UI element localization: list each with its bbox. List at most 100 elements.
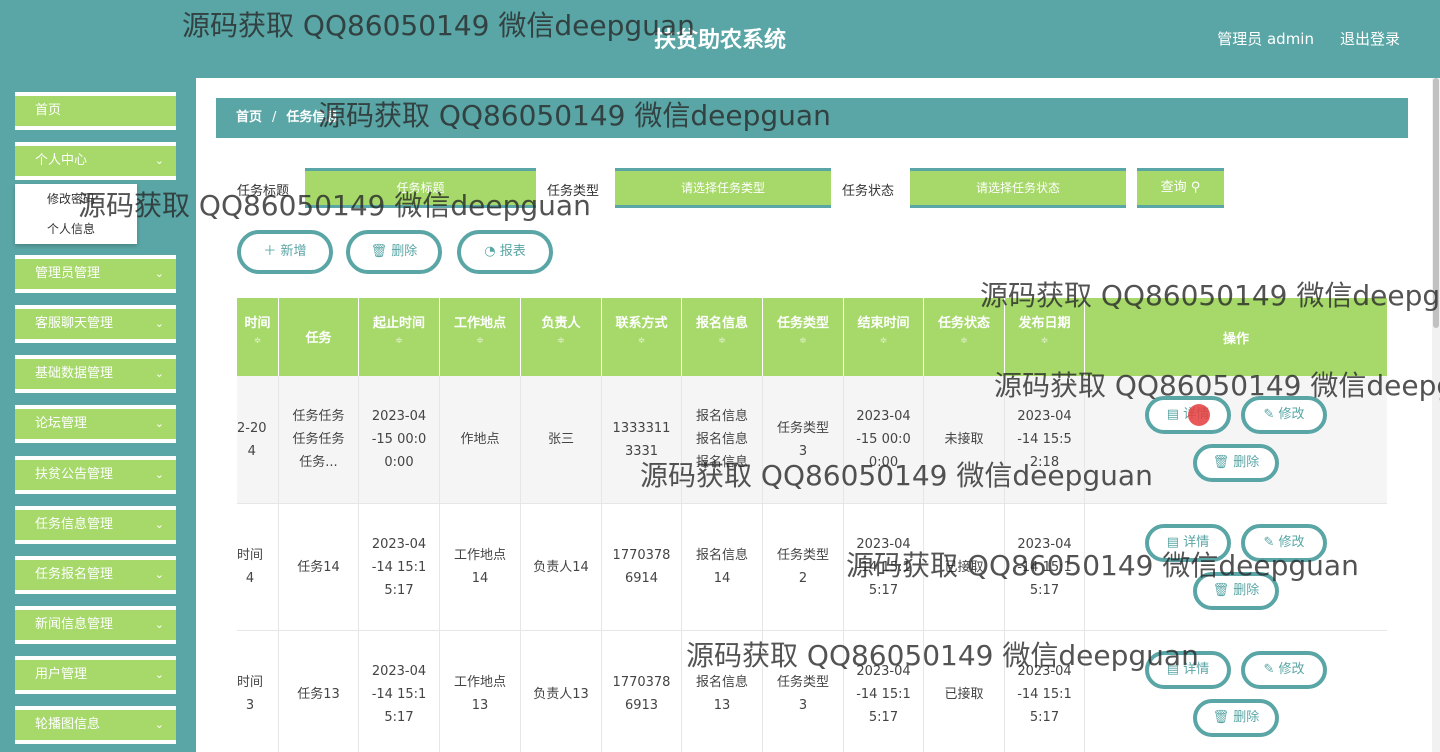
sidebar-item-label: 轮播图信息 — [35, 717, 101, 732]
delete-button[interactable]: 🗑 删除 — [346, 230, 442, 274]
cell-type: 任务类型 2 — [763, 504, 844, 630]
detail-button[interactable]: ▤ 详情 — [1145, 524, 1231, 562]
task-table: 时间 ≑ 任务 起止时间 ≑ 工作地点 ≑ 负责人 ≑ 联系方式 ≑ 报名信息 ≑ 任务类型… — [237, 298, 1387, 752]
sidebar-item-personal-center[interactable]: 个人中心 ⌄ — [15, 142, 176, 180]
sidebar-item-home[interactable]: 首页 — [15, 92, 176, 130]
cell-status: 未接取 — [924, 376, 1005, 503]
sidebar-item-chat[interactable]: 客服聊天管理 ⌄ — [15, 305, 176, 343]
cell-start: 2023-04 -14 15:1 5:17 — [359, 504, 440, 630]
column-header-start[interactable]: 起止时间 ≑ — [359, 298, 440, 376]
breadcrumb: 首页 / 任务信息 — [216, 98, 1408, 138]
column-header-label: 任务 — [305, 331, 332, 346]
cell-signup: 报名信息 报名信息 报名信息 — [682, 376, 763, 503]
column-header-label: 联系方式 — [615, 316, 668, 331]
submenu-profile[interactable]: 个人信息 — [15, 214, 137, 244]
main-content: 首页 / 任务信息 任务标题 任务标题 任务类型 请选择任务类型 任务状态 请选择任… — [196, 78, 1440, 752]
cell-time: 时间 4 — [237, 504, 279, 630]
edit-button[interactable]: ✎ 修改 — [1241, 651, 1327, 689]
scrollbar-thumb[interactable] — [1433, 78, 1439, 328]
sort-icon: ≑ — [799, 336, 807, 346]
page-scrollbar[interactable] — [1432, 78, 1440, 752]
report-button[interactable]: ◔ 报表 — [457, 230, 553, 274]
detail-button[interactable]: ▤ 详情 — [1145, 651, 1231, 689]
sort-icon: ≑ — [879, 336, 888, 346]
cell-pubdate: 2023-04 -14 15:1 5:17 — [1005, 504, 1085, 630]
table-row: 时间 4 任务14 2023-04 -14 15:1 5:17 工作地点 14 负责人1… — [237, 504, 1387, 631]
edit-button[interactable]: ✎ 修改 — [1241, 396, 1327, 434]
sidebar-item-admin[interactable]: 管理员管理 ⌄ — [15, 255, 176, 293]
sidebar-item-label: 用户管理 — [35, 667, 88, 682]
column-header-label: 任务状态 — [937, 316, 990, 331]
cell-pubdate: 2023-04 -14 15:5 2:18 — [1005, 376, 1085, 503]
status-filter-select[interactable]: 请选择任务状态 — [910, 168, 1126, 208]
add-button[interactable]: ＋ 新增 — [237, 230, 333, 274]
column-header-label: 工作地点 — [453, 316, 506, 331]
cell-phone: 1333311 3331 — [602, 376, 682, 503]
column-header-owner[interactable]: 负责人 ≑ — [521, 298, 602, 376]
sidebar-item-news[interactable]: 新闻信息管理 ⌄ — [15, 606, 176, 644]
cell-pubdate: 2023-04 -14 15:1 5:17 — [1005, 631, 1085, 752]
row-delete-button[interactable]: 🗑 删除 — [1193, 572, 1279, 610]
column-header-phone[interactable]: 联系方式 ≑ — [602, 298, 682, 376]
chevron-down-icon: ⌄ — [154, 317, 164, 330]
chevron-down-icon: ⌄ — [154, 367, 164, 380]
column-header-place[interactable]: 工作地点 ≑ — [440, 298, 521, 376]
column-header-label: 报名信息 — [695, 316, 748, 331]
submenu-change-password[interactable]: 修改密码 — [15, 184, 137, 214]
cell-task: 任务13 — [279, 631, 359, 752]
mouse-cursor-indicator — [1188, 404, 1210, 426]
sidebar-item-task-info[interactable]: 任务信息管理 ⌄ — [15, 506, 176, 544]
row-delete-button[interactable]: 🗑 删除 — [1193, 699, 1279, 737]
sort-icon: ≑ — [395, 336, 403, 346]
column-header-status[interactable]: 任务状态 ≑ — [924, 298, 1005, 376]
sidebar-item-label: 任务报名管理 — [35, 567, 114, 582]
column-header-type[interactable]: 任务类型 ≑ — [763, 298, 844, 376]
sidebar-item-label: 任务信息管理 — [35, 517, 114, 532]
cell-time: 2-20 4 — [237, 376, 279, 503]
logout-link[interactable]: 退出登录 — [1340, 28, 1400, 49]
title-filter-input[interactable]: 任务标题 — [305, 168, 536, 208]
sidebar-item-label: 个人中心 — [35, 153, 88, 168]
sidebar-item-users[interactable]: 用户管理 ⌄ — [15, 656, 176, 694]
sort-icon: ≑ — [1040, 336, 1049, 346]
sidebar-item-label: 管理员管理 — [35, 266, 101, 281]
sidebar-item-carousel[interactable]: 轮播图信息 ⌄ — [15, 706, 176, 744]
column-header-label: 任务类型 — [776, 316, 829, 331]
sidebar-item-forum[interactable]: 论坛管理 ⌄ — [15, 405, 176, 443]
column-header-task[interactable]: 任务 — [279, 298, 359, 376]
cell-signup: 报名信息 13 — [682, 631, 763, 752]
edit-button[interactable]: ✎ 修改 — [1241, 524, 1327, 562]
sort-icon: ≑ — [718, 336, 726, 346]
column-header-actions: 操作 — [1085, 298, 1387, 376]
title-filter-label: 任务标题 — [237, 184, 290, 199]
cell-place: 作地点 — [440, 376, 521, 503]
row-delete-button[interactable]: 🗑 删除 — [1193, 444, 1279, 482]
column-header-pubdate[interactable]: 发布日期 ≑ — [1005, 298, 1085, 376]
status-filter-label: 任务状态 — [842, 184, 895, 199]
query-button[interactable]: 查询 ⚲ — [1137, 168, 1224, 208]
sidebar-item-task-signup[interactable]: 任务报名管理 ⌄ — [15, 556, 176, 594]
column-header-label: 起止时间 — [372, 316, 425, 331]
type-filter-select[interactable]: 请选择任务类型 — [615, 168, 831, 208]
breadcrumb-home[interactable]: 首页 — [236, 110, 262, 125]
sidebar-item-notice[interactable]: 扶贫公告管理 ⌄ — [15, 456, 176, 494]
chevron-down-icon: ⌄ — [154, 468, 164, 481]
cell-task: 任务任务 任务任务 任务... — [279, 376, 359, 503]
cell-task: 任务14 — [279, 504, 359, 630]
chevron-down-icon: ⌄ — [154, 518, 164, 531]
cell-signup: 报名信息 14 — [682, 504, 763, 630]
cell-place: 工作地点 14 — [440, 504, 521, 630]
cell-owner: 张三 — [521, 376, 602, 503]
cell-time: 时间 3 — [237, 631, 279, 752]
cell-start: 2023-04 -14 15:1 5:17 — [359, 631, 440, 752]
sidebar-item-basic-data[interactable]: 基础数据管理 ⌄ — [15, 355, 176, 393]
top-header: 扶贫助农系统 管理员 admin 退出登录 — [0, 0, 1440, 78]
breadcrumb-current: 任务信息 — [286, 110, 339, 125]
column-header-time[interactable]: 时间 ≑ — [237, 298, 279, 376]
admin-label: 管理员 admin — [1217, 30, 1314, 48]
column-header-signup[interactable]: 报名信息 ≑ — [682, 298, 763, 376]
chevron-down-icon: ⌄ — [154, 154, 164, 167]
cell-place: 工作地点 13 — [440, 631, 521, 752]
column-header-end[interactable]: 结束时间 ≑ — [844, 298, 924, 376]
column-header-label: 时间 — [244, 316, 271, 331]
